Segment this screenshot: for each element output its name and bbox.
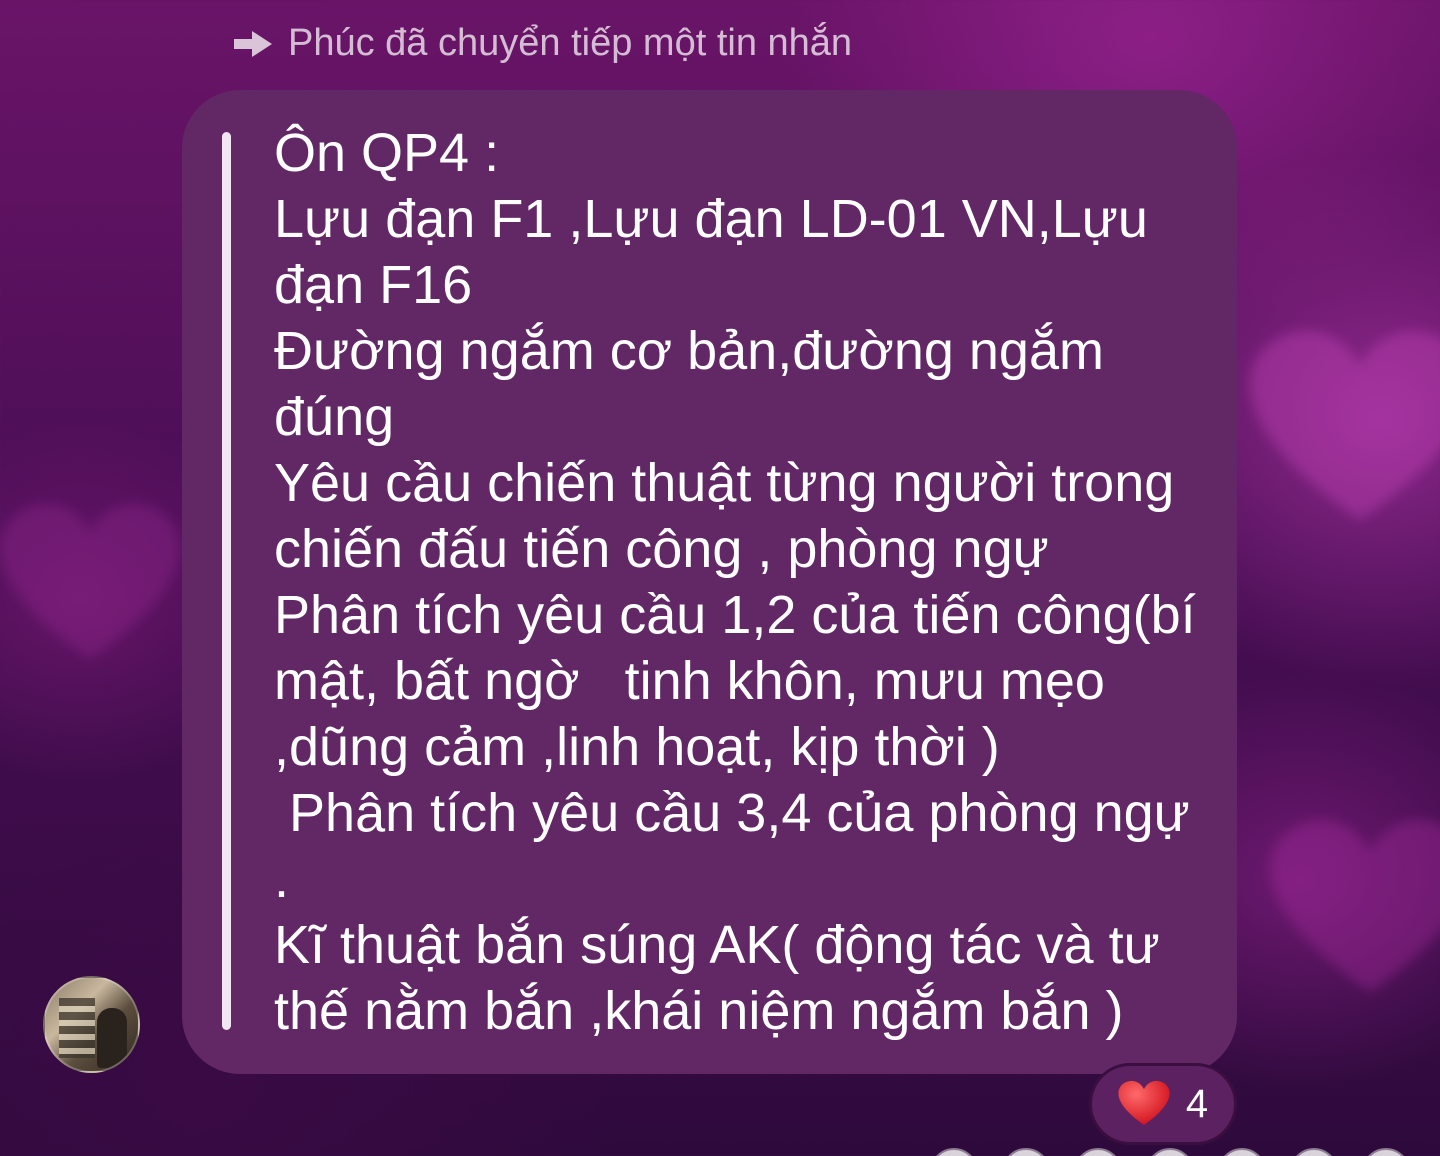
message-text: Ôn QP4 : Lựu đạn F1 ,Lựu đạn LD-01 VN,Lự… (274, 123, 1196, 1041)
background-heart-icon (0, 504, 180, 659)
read-receipt-avatar (1362, 1148, 1410, 1156)
forwarded-label: Phúc đã chuyển tiếp một tin nhắn (288, 22, 853, 64)
read-receipt-avatar (1074, 1148, 1122, 1156)
message-bubble[interactable]: Ôn QP4 : Lựu đạn F1 ,Lựu đạn LD-01 VN,Lự… (182, 90, 1237, 1074)
read-receipts (930, 1148, 1410, 1156)
sender-avatar[interactable] (43, 976, 140, 1073)
read-receipt-avatar (1002, 1148, 1050, 1156)
forward-quote-bar (222, 132, 231, 1030)
read-receipt-avatar (1146, 1148, 1194, 1156)
forward-arrow-icon (234, 30, 272, 57)
forwarded-header: Phúc đã chuyển tiếp một tin nhắn (232, 22, 852, 65)
read-receipt-avatar (1290, 1148, 1338, 1156)
reaction-summary[interactable]: 4 (1089, 1063, 1237, 1145)
read-receipt-avatar (1218, 1148, 1266, 1156)
read-receipt-avatar (930, 1148, 978, 1156)
background-heart-icon (1250, 331, 1440, 521)
avatar-photo-figure (97, 1008, 127, 1068)
background-heart-icon (1270, 820, 1440, 992)
heart-icon (1118, 1081, 1170, 1125)
avatar-photo-detail (59, 998, 95, 1058)
reaction-count: 4 (1185, 1081, 1209, 1126)
